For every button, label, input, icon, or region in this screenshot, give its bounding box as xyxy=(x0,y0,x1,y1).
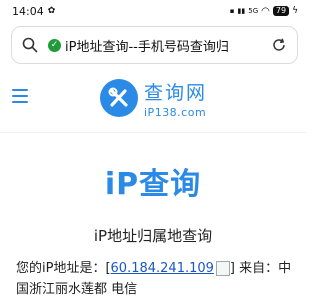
notification-icon: ✿ xyxy=(47,6,56,16)
status-time: 14:04 xyxy=(12,4,44,18)
logo-tools-icon xyxy=(100,79,138,117)
ip-info: 您的iP地址是：[60.184.241.109 ] 来自：中 国浙江丽水莲都 电信 xyxy=(16,258,292,300)
url-field[interactable]: ✓ iP地址查询--手机号码查询归 xyxy=(48,36,271,55)
broken-image-icon xyxy=(215,261,230,276)
ip-address-link[interactable]: 60.184.241.109 xyxy=(111,261,214,276)
menu-icon[interactable] xyxy=(12,89,28,107)
search-icon[interactable] xyxy=(22,37,38,53)
address-bar[interactable]: ✓ iP地址查询--手机号码查询归 xyxy=(11,26,298,64)
battery-icon: 79 xyxy=(272,6,290,16)
logo-text-cn: 查询网 xyxy=(144,81,208,104)
wifi-icon: ◠ xyxy=(261,5,270,17)
signal-icon: ▮▮ xyxy=(237,7,246,15)
page-subtitle: iP地址归属地查询 xyxy=(93,227,213,245)
status-bar: 14:04 ✿ ▪ ▮▮ 5G ◠ 79 ϟ xyxy=(0,0,306,22)
ip-location: 国浙江丽水莲都 电信 xyxy=(16,282,138,297)
charging-icon: ϟ xyxy=(292,6,298,16)
network-type: 5G xyxy=(248,7,259,15)
reload-icon[interactable] xyxy=(271,37,287,53)
site-logo[interactable]: 查询网 iP138.com xyxy=(100,78,207,119)
logo-text-en: iP138.com xyxy=(144,105,207,119)
url-text: iP地址查询--手机号码查询归 xyxy=(65,39,229,55)
page-title: iP查询 xyxy=(104,167,202,202)
network-speed-icon: ▪ xyxy=(229,7,235,15)
ip-from-label: ] 来自：中 xyxy=(229,261,292,276)
site-header: 查询网 iP138.com xyxy=(0,64,306,133)
secure-check-icon: ✓ xyxy=(48,38,61,52)
ip-label: 您的iP地址是：[ xyxy=(16,261,111,276)
